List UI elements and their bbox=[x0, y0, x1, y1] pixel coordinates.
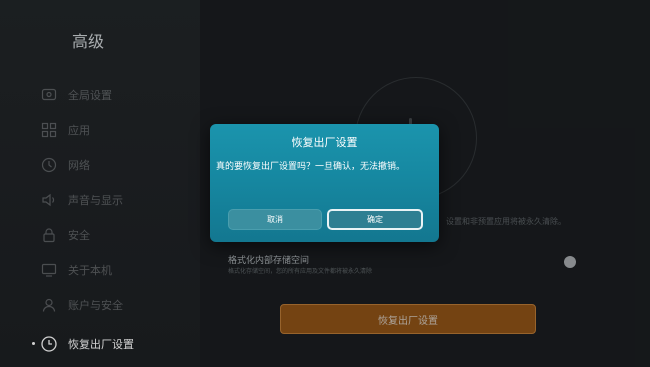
clock-icon bbox=[40, 156, 58, 174]
format-storage-toggle[interactable] bbox=[564, 256, 576, 268]
sidebar-item-label: 全局设置 bbox=[68, 89, 112, 102]
format-storage-description: 格式化存储空间，您的所有应用及文件都将被永久清除 bbox=[228, 268, 373, 275]
format-storage-title: 格式化内部存储空间 bbox=[228, 256, 310, 266]
sidebar-item-global[interactable]: 全局设置 bbox=[40, 82, 190, 108]
sidebar-item-apps[interactable]: 应用 bbox=[40, 117, 190, 143]
dialog-message: 真的要恢复出厂设置吗？一旦确认，无法撤销。 bbox=[216, 162, 406, 172]
sidebar-item-label: 安全 bbox=[68, 229, 90, 242]
sidebar-item-label: 关于本机 bbox=[68, 264, 112, 277]
sidebar-item-label: 网络 bbox=[68, 159, 90, 172]
sidebar-item-sound-display[interactable]: 声音与显示 bbox=[40, 187, 190, 213]
restore-icon bbox=[40, 335, 58, 353]
sidebar-item-label: 账户与安全 bbox=[68, 299, 123, 312]
lock-icon bbox=[40, 226, 58, 244]
sidebar: 高级 全局设置 应用 网络 声音与显示 安全 关于本机 账户与安全 恢复出厂设置 bbox=[0, 0, 200, 367]
sidebar-item-factory-reset[interactable]: 恢复出厂设置 bbox=[32, 331, 190, 357]
cancel-button[interactable]: 取消 bbox=[228, 209, 322, 230]
reset-description: 设置和非预置应用将被永久清除。 bbox=[446, 217, 566, 226]
confirm-reset-dialog: 恢复出厂设置 真的要恢复出厂设置吗？一旦确认，无法撤销。 取消 确定 bbox=[210, 124, 439, 242]
speaker-icon bbox=[40, 191, 58, 209]
page-title: 高级 bbox=[72, 32, 105, 51]
active-indicator bbox=[32, 342, 35, 345]
screen-icon bbox=[40, 261, 58, 279]
dialog-title: 恢复出厂设置 bbox=[291, 136, 358, 149]
sidebar-item-about[interactable]: 关于本机 bbox=[40, 257, 190, 283]
display-icon bbox=[40, 86, 58, 104]
factory-reset-button[interactable]: 恢复出厂设置 bbox=[280, 304, 536, 334]
sidebar-item-label: 恢复出厂设置 bbox=[68, 338, 134, 351]
user-icon bbox=[40, 296, 58, 314]
sidebar-item-account[interactable]: 账户与安全 bbox=[40, 292, 190, 318]
sidebar-item-security[interactable]: 安全 bbox=[40, 222, 190, 248]
confirm-button[interactable]: 确定 bbox=[327, 209, 423, 230]
sidebar-item-network[interactable]: 网络 bbox=[40, 152, 190, 178]
sidebar-item-label: 声音与显示 bbox=[68, 194, 123, 207]
settings-screen: 高级 全局设置 应用 网络 声音与显示 安全 关于本机 账户与安全 恢复出厂设置… bbox=[0, 0, 650, 367]
grid-icon bbox=[40, 121, 58, 139]
sidebar-item-label: 应用 bbox=[68, 124, 90, 137]
